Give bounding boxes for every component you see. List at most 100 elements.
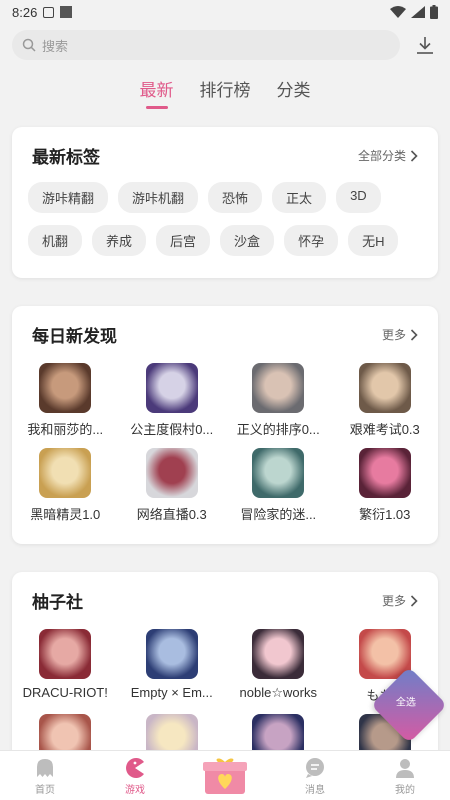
game-item[interactable]: DRACU-RIOT! xyxy=(12,629,119,704)
game-thumbnail xyxy=(39,448,92,498)
download-icon xyxy=(417,37,433,54)
card-header: 最新标签 全部分类 xyxy=(12,127,438,168)
game-name: 黑暗精灵1.0 xyxy=(30,507,101,522)
card-header: 每日新发现 更多 xyxy=(12,306,438,347)
chevron-right-icon xyxy=(410,328,418,341)
nav-label: 游戏 xyxy=(125,785,145,796)
user-icon xyxy=(396,759,414,778)
game-item[interactable]: 公主度假村0... xyxy=(119,363,226,438)
more-label: 全部分类 xyxy=(357,149,406,163)
notification-icon-2 xyxy=(60,6,73,18)
signal-icon xyxy=(411,6,425,18)
ghost-icon xyxy=(37,759,53,777)
game-item[interactable]: noble☆works xyxy=(225,629,332,704)
nav-games[interactable]: 游戏 xyxy=(100,757,170,796)
status-bar: 8:26 xyxy=(0,0,450,24)
nav-label: 我的 xyxy=(395,785,415,796)
game-item[interactable]: 黑暗精灵1.0 xyxy=(12,448,119,523)
yuzu-card: 柚子社 更多 DRACU-RIOT! Empty × Em... noble☆w… xyxy=(12,572,438,772)
tag-chip[interactable]: 游咔精翻 xyxy=(28,182,109,213)
wifi-icon xyxy=(390,6,406,18)
search-placeholder: 搜索 xyxy=(42,38,69,54)
game-name: 正义的排序0... xyxy=(236,422,320,437)
latest-tags-card: 最新标签 全部分类 游咔精翻 游咔机翻 恐怖 正太 3D 机翻 养成 后宫 沙盒… xyxy=(12,127,438,278)
tab-ranking[interactable]: 排行榜 xyxy=(200,76,251,109)
game-thumbnail xyxy=(39,629,92,679)
game-name: 冒险家的迷... xyxy=(240,507,317,522)
search-row: 搜索 xyxy=(0,24,450,60)
game-thumbnail xyxy=(252,629,305,679)
card-title: 每日新发现 xyxy=(32,327,117,346)
game-name: noble☆works xyxy=(239,685,317,700)
nav-label: 首页 xyxy=(35,785,55,796)
card-title: 最新标签 xyxy=(32,148,100,167)
tab-latest[interactable]: 最新 xyxy=(140,76,174,109)
nav-profile[interactable]: 我的 xyxy=(370,757,440,796)
tag-chip[interactable]: 3D xyxy=(336,182,381,213)
game-name: 繁衍1.03 xyxy=(359,507,411,522)
game-thumbnail xyxy=(358,448,411,498)
card-header: 柚子社 更多 xyxy=(12,572,438,613)
more-label: 更多 xyxy=(381,594,406,608)
tag-chip[interactable]: 机翻 xyxy=(28,225,83,256)
tag-chip[interactable]: 后宫 xyxy=(156,225,211,256)
more-link[interactable]: 更多 xyxy=(382,326,418,343)
game-item[interactable]: 正义的排序0... xyxy=(225,363,332,438)
game-item[interactable]: 网络直播0.3 xyxy=(119,448,226,523)
pacman-icon xyxy=(126,758,144,778)
chat-icon xyxy=(306,758,324,778)
game-name: Empty × Em... xyxy=(130,685,213,700)
status-right xyxy=(390,5,438,19)
tag-chip[interactable]: 沙盒 xyxy=(220,225,275,256)
nav-label: 消息 xyxy=(305,785,325,796)
floating-badge-label: 全选 xyxy=(395,697,416,709)
tag-chip[interactable]: 恐怖 xyxy=(208,182,263,213)
battery-icon xyxy=(430,5,438,19)
nav-messages[interactable]: 消息 xyxy=(280,757,350,796)
tag-chip[interactable]: 正太 xyxy=(272,182,327,213)
more-label: 更多 xyxy=(381,328,406,342)
status-left: 8:26 xyxy=(12,4,73,20)
game-grid: DRACU-RIOT! Empty × Em... noble☆works もも… xyxy=(12,613,438,770)
game-thumbnail xyxy=(145,629,198,679)
tag-list: 游咔精翻 游咔机翻 恐怖 正太 3D 机翻 养成 后宫 沙盒 怀孕 无H xyxy=(12,168,438,256)
tab-category[interactable]: 分类 xyxy=(277,76,311,109)
notification-icon xyxy=(43,6,55,18)
gift-icon xyxy=(203,758,247,794)
game-thumbnail xyxy=(39,363,92,413)
more-link[interactable]: 更多 xyxy=(382,592,418,609)
search-input[interactable]: 搜索 xyxy=(12,30,400,60)
status-time: 8:26 xyxy=(12,4,38,20)
game-thumbnail xyxy=(358,363,411,413)
game-name: 公主度假村0... xyxy=(130,422,214,437)
game-item[interactable]: 艰难考试0.3 xyxy=(332,363,439,438)
game-item[interactable]: 冒险家的迷... xyxy=(225,448,332,523)
nav-home[interactable]: 首页 xyxy=(10,757,80,796)
game-name: DRACU-RIOT! xyxy=(22,685,108,700)
tag-chip[interactable]: 养成 xyxy=(92,225,147,256)
tag-chip[interactable]: 无H xyxy=(348,225,399,256)
game-name: 艰难考试0.3 xyxy=(349,422,420,437)
game-item[interactable]: 我和丽莎的... xyxy=(12,363,119,438)
all-categories-link[interactable]: 全部分类 xyxy=(358,147,418,164)
nav-gift[interactable] xyxy=(190,756,260,796)
card-title: 柚子社 xyxy=(32,593,83,612)
game-grid: 我和丽莎的... 公主度假村0... 正义的排序0... 艰难考试0.3 黑暗精… xyxy=(12,347,438,523)
game-thumbnail xyxy=(252,363,305,413)
tag-chip[interactable]: 游咔机翻 xyxy=(118,182,199,213)
game-item[interactable]: Empty × Em... xyxy=(119,629,226,704)
daily-discovery-card: 每日新发现 更多 我和丽莎的... 公主度假村0... 正义的排序0... 艰难… xyxy=(12,306,438,544)
top-tabs: 最新 排行榜 分类 xyxy=(0,76,450,109)
bottom-nav: 首页 游戏 消息 我的 xyxy=(0,750,450,800)
tag-chip[interactable]: 怀孕 xyxy=(284,225,339,256)
chevron-right-icon xyxy=(410,594,418,607)
game-thumbnail xyxy=(145,448,198,498)
game-thumbnail xyxy=(252,448,305,498)
chevron-right-icon xyxy=(410,149,418,162)
game-item[interactable]: 繁衍1.03 xyxy=(332,448,439,523)
download-button[interactable] xyxy=(412,32,438,58)
game-name: 我和丽莎的... xyxy=(27,422,104,437)
search-icon xyxy=(22,38,36,52)
game-name: 网络直播0.3 xyxy=(136,507,207,522)
game-thumbnail xyxy=(145,363,198,413)
